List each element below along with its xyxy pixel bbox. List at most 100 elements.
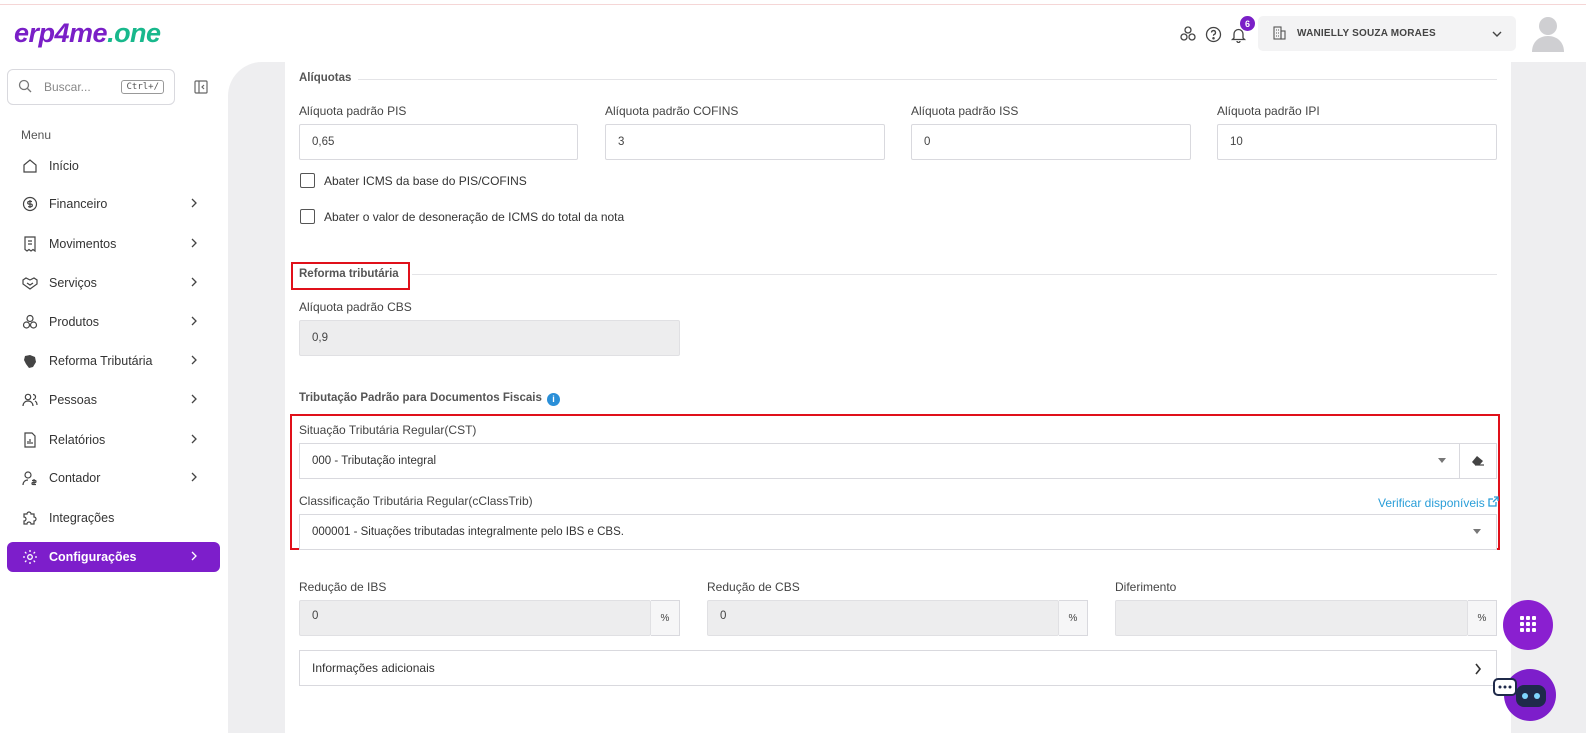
sidebar-item-label: Pessoas (49, 393, 97, 407)
abater-desoneracao-label: Abater o valor de desoneração de ICMS do… (324, 209, 625, 224)
search-input[interactable]: Buscar... Ctrl+/ (7, 69, 175, 105)
cst-label: Situação Tributária Regular(CST) (299, 423, 477, 437)
chevron-right-icon (190, 237, 202, 251)
sidebar-item-label: Movimentos (49, 237, 117, 251)
chevron-down-icon (1492, 27, 1502, 41)
diferimento-percent: % (1468, 600, 1497, 636)
ipi-field[interactable]: 10 (1217, 124, 1497, 160)
iss-field[interactable]: 0 (911, 124, 1191, 160)
chevron-right-icon (190, 197, 202, 211)
pis-label: Alíquota padrão PIS (299, 104, 407, 118)
building-icon (1272, 25, 1287, 43)
reducao-ibs-percent: % (651, 600, 680, 636)
sidebar-item-label: Reforma Tributária (49, 354, 153, 368)
pis-field[interactable]: 0,65 (299, 124, 578, 160)
map-icon (21, 352, 39, 370)
report-icon (21, 431, 39, 449)
sidebar-item-label: Contador (49, 471, 101, 485)
cbs-aliquota-field: 0,9 (299, 320, 680, 356)
sidebar-item-integracoes[interactable]: Integrações (7, 503, 220, 533)
reducao-cbs-field: 0 (707, 600, 1059, 636)
search-icon (18, 79, 32, 96)
cst-select[interactable]: 000 - Tributação integral (299, 443, 1460, 479)
info-icon[interactable]: i (547, 393, 561, 406)
cclasstrib-value: 000001 - Situações tributadas integralme… (312, 526, 624, 538)
sidebar-item-produtos[interactable]: Produtos (7, 307, 220, 337)
modules-icon[interactable] (1178, 24, 1198, 44)
sidebar-item-movimentos[interactable]: Movimentos (7, 229, 220, 259)
company-selector[interactable]: WANIELLY SOUZA MORAES (1258, 16, 1516, 51)
sidebar-item-configuracoes[interactable]: Configurações (7, 542, 220, 572)
home-icon (21, 157, 39, 175)
chevron-right-icon (190, 315, 202, 329)
cbs-aliquota-label: Alíquota padrão CBS (299, 300, 412, 314)
dollar-icon (21, 195, 39, 213)
accordion-label: Informações adicionais (312, 661, 435, 675)
people-icon (21, 391, 39, 409)
section-title-reforma: Reforma tributária (299, 268, 399, 280)
sidebar-item-label: Produtos (49, 315, 100, 329)
abater-icms-checkbox[interactable] (300, 173, 315, 188)
section-title-aliquotas: Alíquotas (299, 72, 352, 84)
eraser-icon (1471, 454, 1485, 469)
grid-icon (1519, 615, 1537, 636)
help-icon[interactable] (1203, 24, 1223, 44)
handshake-icon (21, 274, 39, 292)
cclasstrib-label: Classificação Tributária Regular(cClassT… (299, 494, 533, 508)
menu-title: Menu (21, 128, 52, 142)
external-link-icon (1488, 496, 1499, 510)
section-title-tributacao: Tributação Padrão para Documentos Fiscai… (299, 392, 561, 406)
sidebar-item-label: Relatórios (49, 433, 106, 447)
chevron-right-icon (190, 276, 202, 290)
notification-badge: 6 (1240, 16, 1255, 31)
sidebar-item-reforma-tributaria[interactable]: Reforma Tributária (7, 346, 220, 376)
informacoes-adicionais-accordion[interactable]: Informações adicionais (299, 650, 1497, 686)
ipi-label: Alíquota padrão IPI (1217, 104, 1320, 118)
abater-desoneracao-checkbox[interactable] (300, 209, 315, 224)
sidebar-item-contador[interactable]: Contador (7, 463, 220, 493)
reducao-cbs-percent: % (1059, 600, 1088, 636)
sidebar-item-label: Serviços (49, 276, 97, 290)
chevron-right-icon (190, 354, 202, 368)
search-shortcut: Ctrl+/ (121, 80, 164, 94)
user-avatar-icon[interactable] (1530, 14, 1566, 52)
cclasstrib-dropdown-caret-icon[interactable] (1473, 529, 1481, 534)
logo[interactable]: erp4me.one (14, 18, 161, 49)
sidebar-item-relatorios[interactable]: Relatórios (7, 425, 220, 455)
sidebar-item-label: Início (49, 159, 79, 173)
chevron-right-icon (190, 393, 202, 407)
sidebar-item-inicio[interactable]: Início (7, 151, 220, 181)
sidebar-item-financeiro[interactable]: Financeiro (7, 189, 220, 219)
reducao-cbs-label: Redução de CBS (707, 580, 800, 594)
abater-desoneracao-checkbox-row[interactable]: Abater o valor de desoneração de ICMS do… (300, 209, 624, 224)
company-name: WANIELLY SOUZA MORAES (1297, 28, 1436, 39)
boxes-icon (21, 313, 39, 331)
sidebar-item-servicos[interactable]: Serviços (7, 268, 220, 298)
puzzle-icon (21, 509, 39, 527)
gear-icon (21, 548, 39, 566)
chatbot-icon[interactable] (1492, 667, 1556, 723)
reducao-ibs-field: 0 (299, 600, 651, 636)
cclasstrib-select[interactable]: 000001 - Situações tributadas integralme… (299, 514, 1497, 550)
chevron-right-icon (190, 550, 202, 564)
cst-value: 000 - Tributação integral (312, 455, 437, 467)
chevron-right-icon (190, 471, 202, 485)
sidebar-item-label: Integrações (49, 511, 115, 525)
cofins-field[interactable]: 3 (605, 124, 885, 160)
cst-dropdown-caret-icon[interactable] (1438, 458, 1446, 463)
sidebar-item-label: Configurações (49, 550, 137, 564)
chevron-right-icon (1474, 663, 1482, 678)
verificar-disponiveis-link[interactable]: Verificar disponíveis (1378, 496, 1499, 510)
top-accent-line (0, 0, 1586, 5)
sidebar-item-label: Financeiro (49, 197, 108, 211)
iss-label: Alíquota padrão ISS (911, 104, 1019, 118)
receipt-icon (21, 235, 39, 253)
apps-menu-button[interactable] (1503, 600, 1553, 650)
clear-cst-button[interactable] (1460, 443, 1497, 479)
abater-icms-checkbox-row[interactable]: Abater ICMS da base do PIS/COFINS (300, 173, 527, 188)
sidebar-item-pessoas[interactable]: Pessoas (7, 385, 220, 415)
divider (358, 79, 1497, 80)
divider (412, 274, 1497, 275)
collapse-sidebar-icon[interactable] (194, 80, 208, 94)
abater-icms-label: Abater ICMS da base do PIS/COFINS (324, 173, 527, 188)
